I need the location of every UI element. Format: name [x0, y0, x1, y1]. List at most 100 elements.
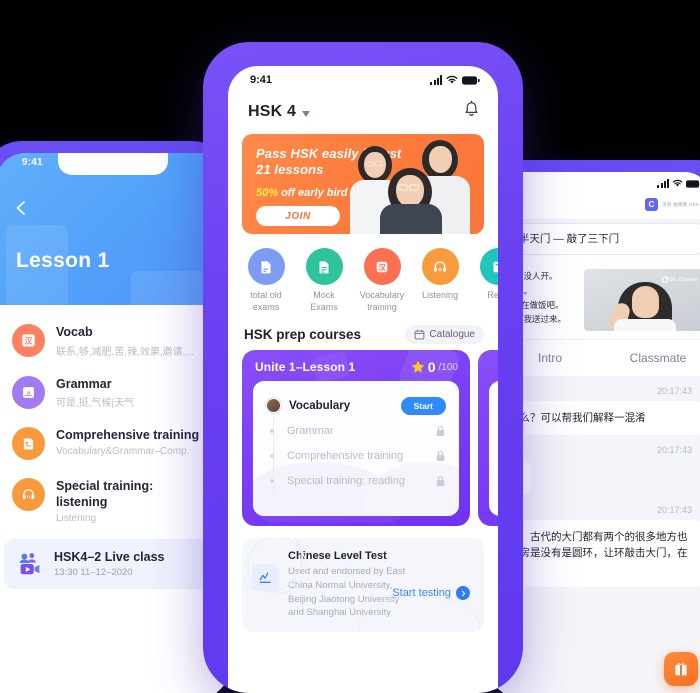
battery-icon — [686, 179, 700, 188]
chat-bubble-outgoing: 门 — 敲了半天门 — 敲了三下门 — [496, 223, 700, 256]
promo-banner[interactable]: Pass HSK easily in just 21 lessons 50% o… — [242, 134, 484, 234]
brand-row: C 汉语 短视频 HSK4 — [496, 198, 700, 219]
course-item-list: Vocabulary Start Grammar Comprehensive t… — [253, 381, 459, 517]
brand-logo-icon: C — [644, 198, 658, 211]
list-item-title: Grammar — [56, 376, 112, 391]
gift-icon — [675, 663, 687, 676]
watermark-text: HSK Chinese — [665, 277, 698, 284]
list-item-subtitle: 联系,够,减肥,苦,辣,效果,邀请,... — [56, 346, 194, 358]
chevron-down-icon — [302, 110, 311, 117]
list-item-subtitle: 可是,挺,气候|天气 — [56, 398, 135, 410]
list-item-title: Vocab — [56, 325, 93, 339]
shortcut-total-old-exams[interactable]: total old exams — [242, 248, 290, 313]
notifications-button[interactable] — [463, 100, 480, 124]
timeline-dot — [270, 453, 274, 458]
wifi-icon — [446, 75, 458, 84]
start-testing-label: Start testing — [392, 587, 451, 600]
tab-bar: Intro Classmate — [496, 339, 700, 377]
shortcut-mock-exams[interactable]: Mock Exams — [300, 248, 348, 313]
course-card[interactable]: Unite 1–Lesson 1 0 /100 Vocabulary Start… — [242, 350, 470, 527]
course-item-list — [489, 381, 498, 517]
signal-icon — [657, 179, 669, 188]
calendar-icon — [415, 329, 425, 340]
timeline-dot — [270, 428, 274, 433]
left-phone-screen: 9:41 Lesson 1 汉 Vocab 联系,够,减肥,苦,辣,效果,邀请,… — [0, 153, 232, 693]
course-item-locked: Special training: reading — [266, 468, 446, 493]
wifi-icon — [672, 179, 683, 187]
banner-discount: 50% — [256, 187, 279, 199]
shortcut-vocabulary-training[interactable]: 汉 Vocabulary training — [358, 248, 406, 313]
course-card-next[interactable] — [478, 350, 498, 527]
center-phone-mockup: 9:41 HSK 4 Pass HSK easily in just 21 le… — [203, 42, 523, 693]
banner-people-photo — [350, 134, 482, 234]
page-title: Lesson 1 — [16, 249, 110, 272]
course-item-locked: Grammar — [266, 418, 446, 443]
list-item[interactable]: 汉 Vocab 联系,够,减肥,苦,辣,效果,邀请,... — [0, 315, 232, 367]
status-bar: 9:41 — [228, 66, 498, 96]
bell-icon — [465, 100, 478, 116]
battery-icon — [462, 75, 480, 85]
timeline-dot — [270, 478, 274, 483]
course-score: 0 /100 — [411, 359, 458, 375]
live-class-card[interactable]: HSK4–2 Live class 13:30 11–12–2020 — [4, 538, 224, 589]
chat-message: 20:17:43 是什么意思 — [496, 445, 700, 495]
star-icon — [411, 360, 424, 373]
glasses-icon — [398, 184, 419, 191]
course-item-label: Special training: reading — [287, 474, 406, 487]
reading-icon — [479, 248, 498, 285]
live-class-time: 13:30 11–12–2020 — [54, 566, 133, 578]
back-button[interactable] — [12, 199, 30, 217]
shortcut-label: Read — [487, 290, 498, 300]
avatar-icon — [266, 398, 281, 414]
shortcut-label: Vocabulary training — [359, 290, 405, 312]
list-item-subtitle: Listening — [56, 512, 97, 524]
course-item-active[interactable]: Vocabulary Start — [266, 393, 446, 418]
status-bar — [496, 172, 700, 198]
live-class-title: HSK4–2 Live class — [54, 549, 165, 564]
headphones-icon — [12, 478, 45, 512]
start-testing-button[interactable]: Start testing — [392, 586, 470, 601]
list-item[interactable]: Special training: listening Listening — [0, 469, 232, 532]
glasses-icon — [366, 161, 383, 167]
tab-classmate[interactable]: Classmate — [604, 340, 700, 376]
course-card-header: Unite 1–Lesson 1 0 /100 — [242, 350, 470, 375]
lock-icon — [436, 475, 445, 486]
catalogue-button[interactable]: Catalogue — [405, 325, 484, 345]
shortcut-label: Listening — [421, 290, 459, 300]
list-item[interactable]: a Grammar 可是,挺,气候|天气 — [0, 367, 232, 419]
app-header: HSK 4 — [228, 96, 498, 134]
shortcut-label: Mock Exams — [310, 290, 338, 312]
document-icon — [12, 427, 45, 461]
chat-thread: 20:17:43 的区别是什么？可以帮我们解释一混淆 20:17:43 是什么意… — [496, 386, 700, 587]
status-icons — [430, 75, 480, 85]
chat-message: 20:17:43 的区别是什么？可以帮我们解释一混淆 — [496, 386, 700, 436]
shortcut-listening[interactable]: Listening — [416, 248, 464, 313]
svg-text:汉: 汉 — [378, 262, 386, 272]
current-level: HSK 4 — [248, 103, 297, 120]
level-test-card[interactable]: Chinese Level Test Used and endorsed by … — [242, 538, 484, 633]
lesson-note-panel: 敲门也没人开。 汉室吧。 妈妈在做饭吧。 把书给我送过来。 C HSK Chin… — [496, 255, 700, 340]
center-phone-screen: 9:41 HSK 4 Pass HSK easily in just 21 le… — [228, 66, 498, 693]
mock-exam-icon — [305, 248, 343, 285]
lesson-video-thumbnail[interactable]: C HSK Chinese — [584, 269, 700, 332]
list-item[interactable]: Comprehensive training Vocabulary&Gramma… — [0, 418, 232, 469]
shortcut-reading[interactable]: Read — [474, 248, 498, 313]
lock-icon — [436, 450, 445, 461]
message-text: 不是用手敲。古代的大门都有两个的很多地方也有（当然楼房是没有是圆环，让环敲击大门… — [496, 519, 700, 587]
message-timestamp: 20:17:43 — [656, 445, 692, 456]
start-button[interactable]: Start — [400, 396, 446, 415]
course-item-label: Comprehensive training — [287, 449, 404, 462]
svg-text:汉: 汉 — [25, 336, 33, 346]
catalogue-label: Catalogue — [429, 329, 475, 341]
photo-face — [632, 286, 659, 319]
gift-fab-button[interactable] — [664, 652, 698, 686]
score-value: 0 — [427, 359, 436, 376]
signal-icon — [430, 75, 442, 85]
join-button[interactable]: JOIN — [256, 206, 340, 226]
shortcut-label: total old exams — [250, 290, 282, 312]
notch — [311, 66, 415, 87]
photo-shirt — [614, 319, 676, 332]
score-total: /100 — [438, 361, 458, 373]
headphones-icon — [421, 248, 459, 285]
level-selector[interactable]: HSK 4 — [248, 103, 311, 121]
